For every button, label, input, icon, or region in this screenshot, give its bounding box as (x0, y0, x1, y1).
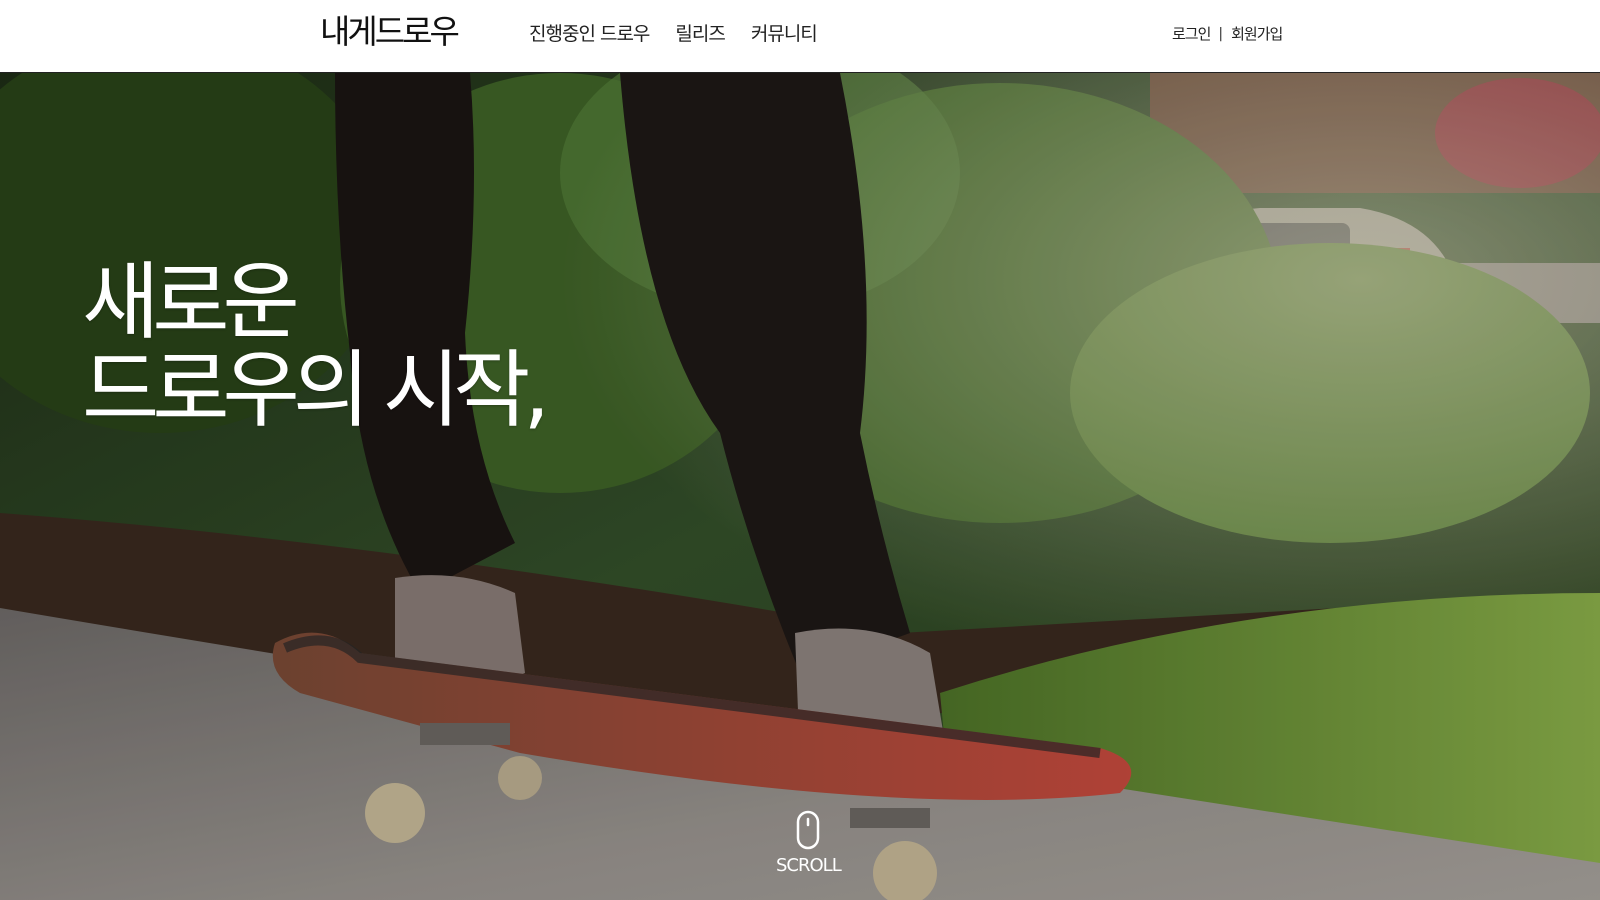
auth-separator: | (1218, 26, 1224, 42)
scroll-label: SCROLL (776, 855, 842, 876)
nav-item-ongoing-draws[interactable]: 진행중인 드로우 (529, 21, 650, 47)
scroll-indicator[interactable]: SCROLL (776, 810, 842, 876)
auth-links: 로그인 | 회원가입 (1172, 24, 1283, 44)
signup-link[interactable]: 회원가입 (1231, 24, 1283, 44)
hero-headline-line2: 드로우의 시작, (82, 341, 550, 439)
hero-section: 새로운 드로우의 시작, SCROLL (0, 73, 1600, 900)
site-logo[interactable]: 내게드로우 (320, 12, 460, 52)
page: 내게드로우 진행중인 드로우 릴리즈 커뮤니티 로그인 | 회원가입 새로운 드… (0, 0, 1600, 900)
mouse-icon (796, 810, 820, 850)
site-header: 내게드로우 진행중인 드로우 릴리즈 커뮤니티 로그인 | 회원가입 (0, 0, 1600, 73)
main-nav: 진행중인 드로우 릴리즈 커뮤니티 (529, 21, 818, 47)
login-link[interactable]: 로그인 (1172, 24, 1211, 44)
nav-item-releases[interactable]: 릴리즈 (675, 21, 725, 47)
hero-overlay (0, 73, 1600, 900)
hero-headline-line1: 새로운 (82, 253, 300, 351)
nav-item-community[interactable]: 커뮤니티 (751, 21, 818, 47)
hero-headline: 새로운 드로우의 시작, (82, 253, 550, 439)
